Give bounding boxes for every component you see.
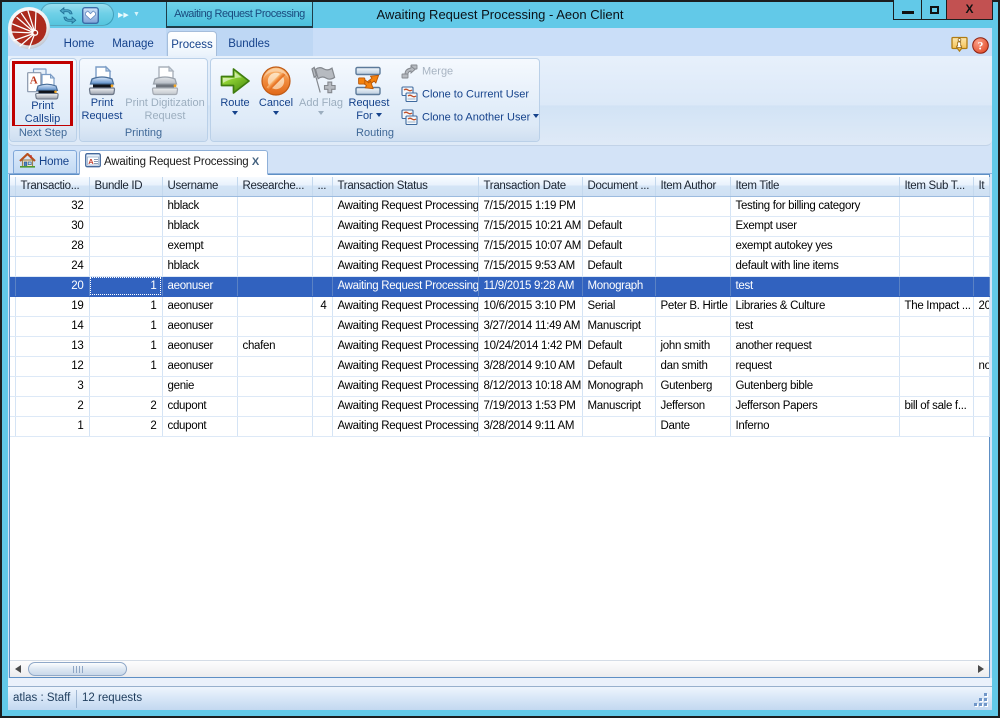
svg-text:A: A xyxy=(88,157,94,166)
svg-text:A: A xyxy=(29,75,37,87)
svg-text:?: ? xyxy=(978,41,984,53)
